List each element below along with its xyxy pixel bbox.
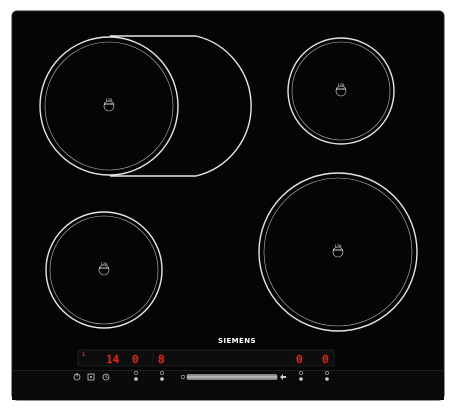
zone-2-power-display: 8: [158, 353, 165, 366]
hob-glass-surface: [11, 10, 445, 401]
status-indicator: 1: [82, 352, 86, 358]
zone-mode: boost: [104, 102, 114, 106]
cooking-zone-rear-left: [39, 36, 179, 176]
zone-label-rear-left: 17A boost: [99, 98, 119, 106]
zone-mode: boost: [99, 266, 109, 270]
zone-label-front-right: 17A boost: [328, 244, 348, 252]
zone-label-front-left: 17A boost: [94, 262, 114, 270]
timer-display: 14: [106, 353, 120, 366]
zone-4-power-display: 0: [322, 353, 329, 366]
brand-logo: SIEMENS: [218, 337, 256, 345]
induction-hob: 17A boost 17A boost 17A boost 17A boost …: [0, 0, 457, 411]
zone-3-power-display: 0: [296, 353, 303, 366]
zone-mode: boost: [336, 87, 346, 91]
zone-mode: boost: [333, 248, 343, 252]
zone-1-power-display: 0: [132, 353, 139, 366]
slider-icon[interactable]: [180, 374, 278, 380]
zone-label-rear-right: 17A boost: [331, 83, 351, 91]
